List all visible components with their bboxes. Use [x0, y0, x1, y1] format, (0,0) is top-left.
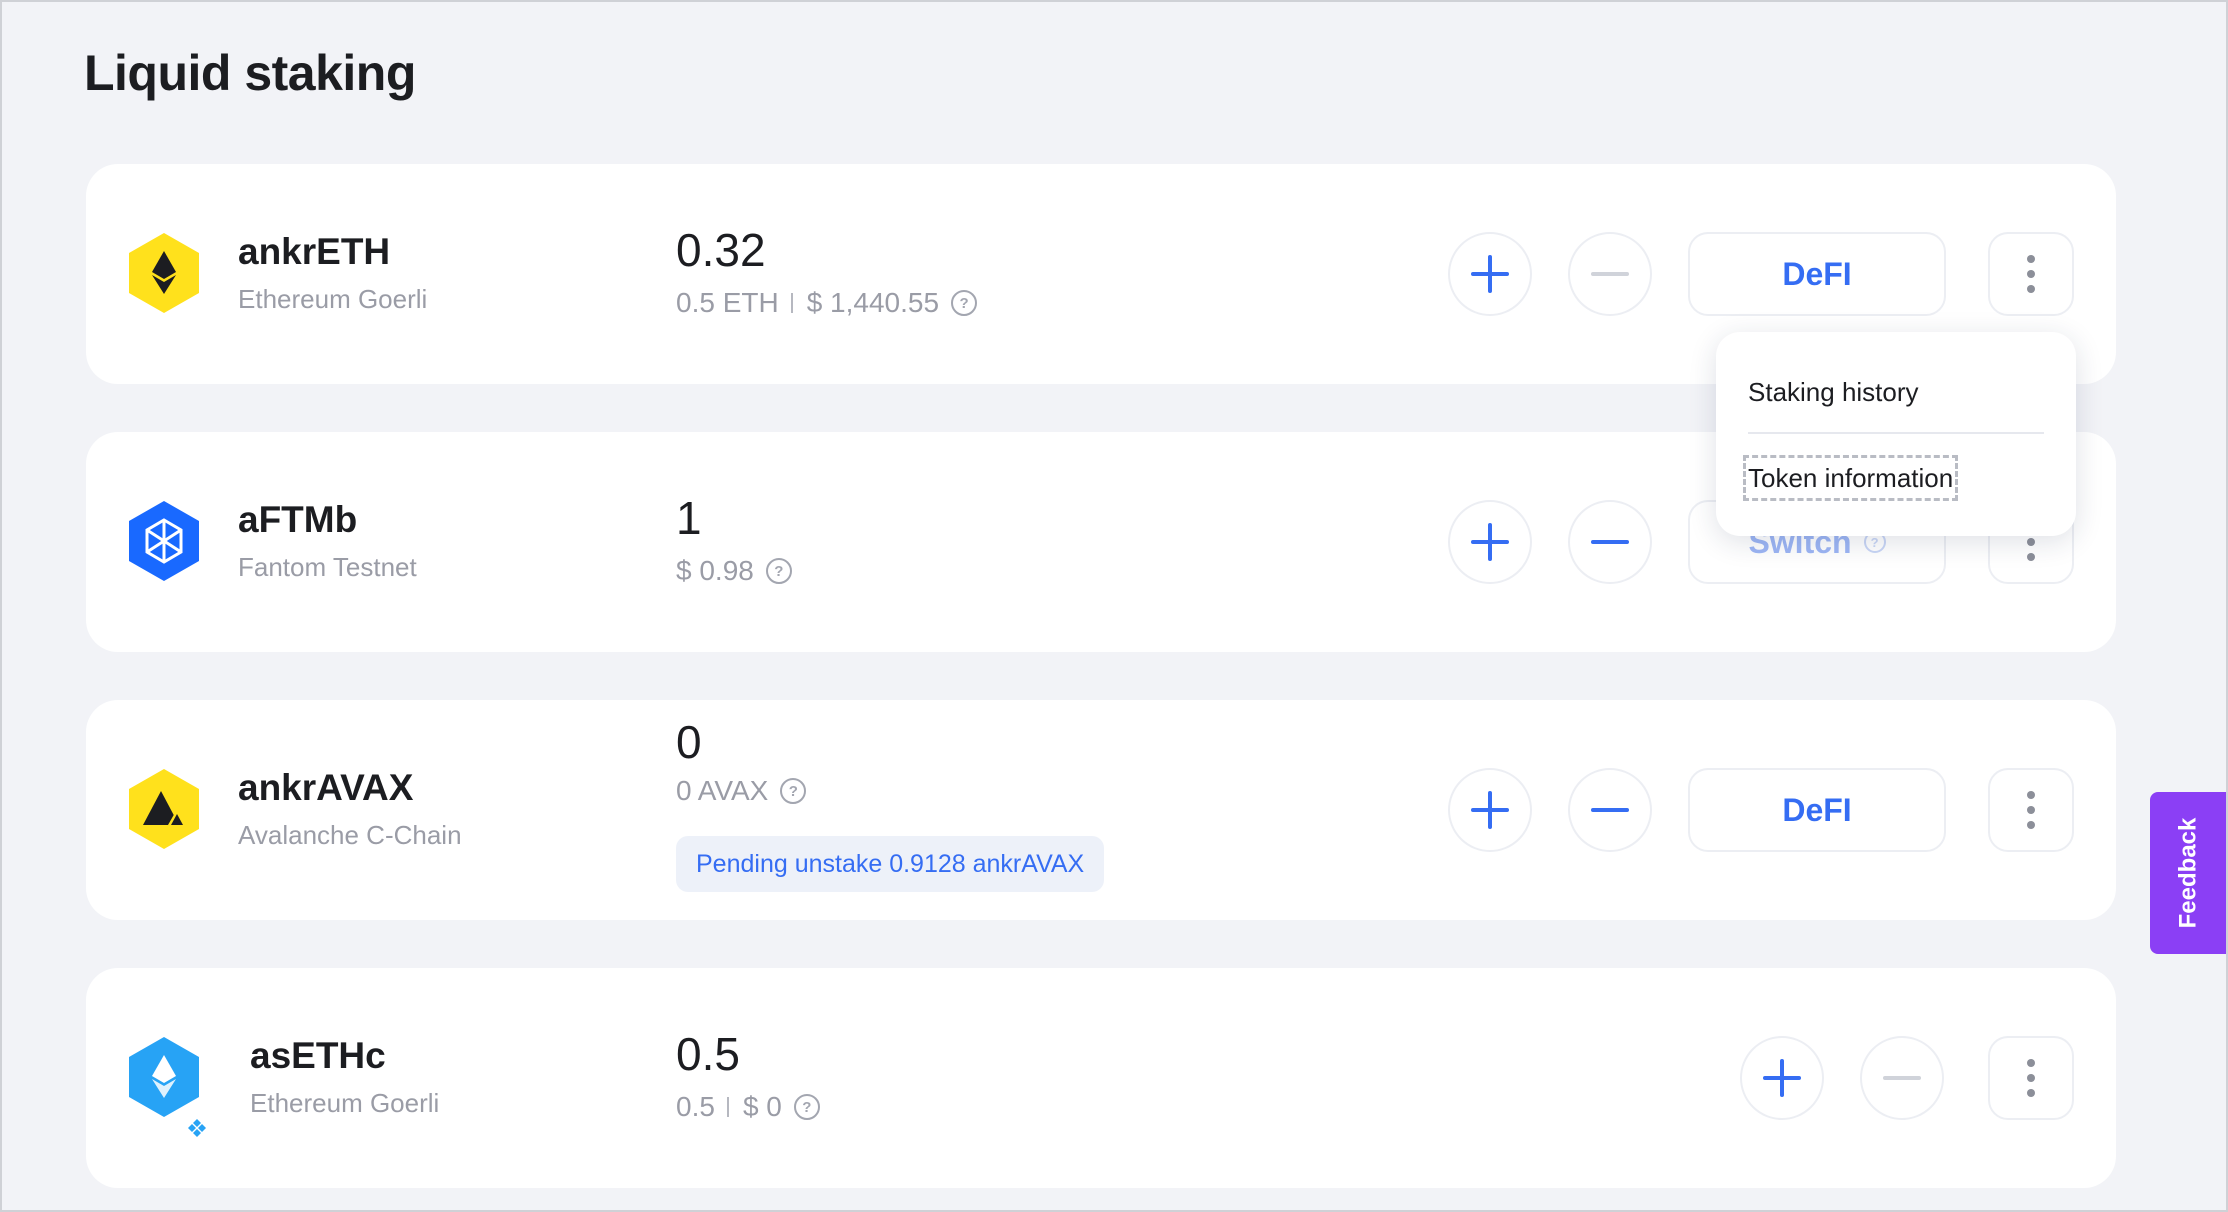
more-options-button[interactable] — [1988, 768, 2074, 852]
token-name: ankrAVAX — [238, 767, 414, 808]
more-dot — [2027, 285, 2035, 293]
minus-icon — [1591, 791, 1629, 829]
pending-unstake-badge: Pending unstake 0.9128 ankrAVAX — [676, 836, 1105, 892]
more-options-button[interactable] — [1988, 232, 2074, 316]
staked-amount: 0.32 — [676, 224, 766, 276]
sub-amount: 0.5 $ 0 ? — [676, 1089, 820, 1125]
minus-icon — [1591, 255, 1629, 293]
staked-amount: 0.5 — [676, 1028, 740, 1080]
token-name: asETHc — [250, 1035, 386, 1076]
sub-amount: $ 0.98 ? — [676, 553, 792, 589]
native-amount: 0 AVAX — [676, 775, 769, 806]
more-dot — [2027, 1074, 2035, 1082]
feedback-button[interactable]: Feedback — [2150, 792, 2226, 954]
help-icon[interactable]: ? — [765, 558, 792, 584]
menu-item-token-information[interactable]: Token information — [1742, 455, 1959, 501]
stake-button[interactable] — [1740, 1036, 1824, 1120]
native-amount: 0.5 — [676, 1091, 715, 1122]
defi-button[interactable]: DeFI — [1688, 232, 1946, 316]
staked-amount: 1 — [676, 492, 702, 544]
minus-icon — [1883, 1059, 1921, 1097]
more-dot — [2027, 1089, 2035, 1097]
page-title: Liquid staking — [84, 45, 416, 101]
more-dot — [2027, 255, 2035, 263]
ethereum-icon — [126, 1035, 202, 1119]
staked-amount: 0 — [676, 716, 702, 768]
divider — [790, 293, 793, 313]
usd-amount: $ 0 — [742, 1091, 782, 1122]
token-network: Fantom Testnet — [238, 552, 417, 582]
more-dot — [2027, 806, 2035, 814]
more-dot — [2027, 791, 2035, 799]
usd-amount: $ 1,440.55 — [806, 287, 940, 318]
more-dot — [2027, 1059, 2035, 1067]
avalanche-icon — [126, 767, 202, 851]
token-card-asethc: asETHc Ethereum Goerli 0.5 0.5 $ 0 ? — [86, 968, 2116, 1188]
plus-icon — [1471, 791, 1509, 829]
feedback-label: Feedback — [2174, 817, 2201, 929]
more-dot — [2027, 821, 2035, 829]
defi-button[interactable]: DeFI — [1688, 768, 1946, 852]
plus-icon — [1763, 1059, 1801, 1097]
token-network: Ethereum Goerli — [238, 284, 428, 314]
token-network: Ethereum Goerli — [250, 1088, 440, 1118]
help-icon[interactable]: ? — [951, 290, 978, 316]
unstake-button[interactable] — [1568, 500, 1652, 584]
fantom-icon — [126, 499, 202, 583]
token-network: Avalanche C-Chain — [238, 820, 462, 850]
app-frame: Liquid staking ankrETH Ethereum Goerli 0… — [0, 0, 2228, 1212]
stake-button[interactable] — [1448, 500, 1532, 584]
native-amount: 0.5 ETH — [676, 287, 779, 318]
more-dot — [2027, 270, 2035, 278]
more-options-button[interactable] — [1988, 1036, 2074, 1120]
sub-amount: 0.5 ETH $ 1,440.55 ? — [676, 285, 978, 321]
sub-amount: 0 AVAX ? — [676, 773, 807, 809]
options-dropdown-menu: Staking history Token information — [1716, 332, 2076, 536]
menu-item-staking-history[interactable]: Staking history — [1748, 374, 1919, 410]
token-card-ankravax: ankrAVAX Avalanche C-Chain 0 0 AVAX ? Pe… — [86, 700, 2116, 920]
unstake-button[interactable] — [1860, 1036, 1944, 1120]
plus-icon — [1471, 523, 1509, 561]
minus-icon — [1591, 523, 1629, 561]
diamond-badge-icon — [180, 1111, 214, 1145]
unstake-button[interactable] — [1568, 768, 1652, 852]
stake-button[interactable] — [1448, 232, 1532, 316]
stake-button[interactable] — [1448, 768, 1532, 852]
menu-divider — [1748, 432, 2044, 434]
help-icon[interactable]: ? — [793, 1094, 820, 1120]
more-dot — [2027, 538, 2035, 546]
more-dot — [2027, 553, 2035, 561]
plus-icon — [1471, 255, 1509, 293]
divider — [726, 1097, 729, 1117]
usd-amount: $ 0.98 — [676, 555, 754, 586]
help-icon[interactable]: ? — [780, 778, 807, 804]
ethereum-icon — [126, 231, 202, 315]
unstake-button[interactable] — [1568, 232, 1652, 316]
token-name: ankrETH — [238, 231, 391, 272]
token-name: aFTMb — [238, 499, 358, 540]
